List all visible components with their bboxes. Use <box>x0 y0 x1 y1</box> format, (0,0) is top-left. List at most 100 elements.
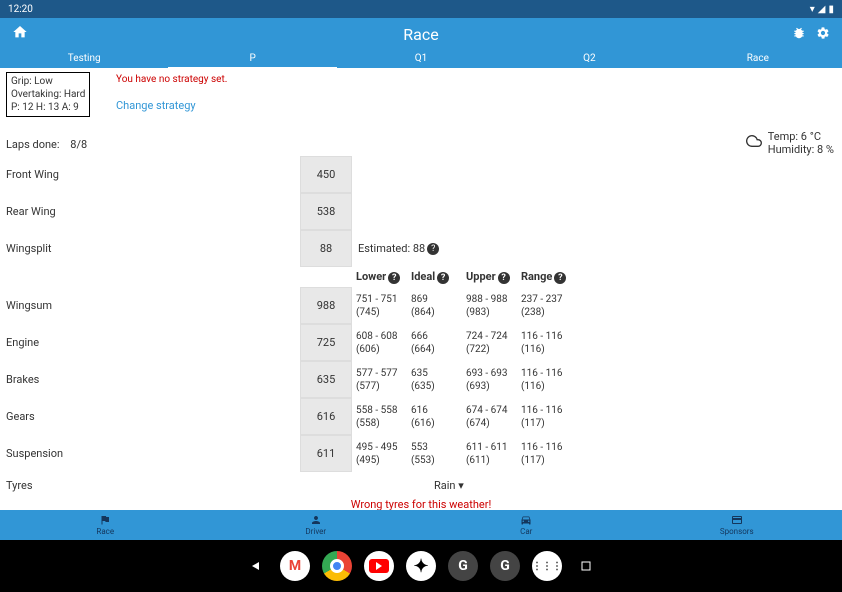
estimated-label: Estimated: 88 ? <box>358 242 439 255</box>
track-info-box: Grip: Low Overtaking: Hard P: 12 H: 13 A… <box>6 72 90 117</box>
nav-car[interactable]: Car <box>421 510 632 540</box>
range-col: 116 - 116(116) <box>517 330 582 356</box>
wingsplit-label: Wingsplit <box>6 242 300 255</box>
range-col: 116 - 116(116) <box>517 367 582 393</box>
laps-done: Laps done: 8/8 <box>6 138 87 151</box>
tab-testing[interactable]: Testing <box>0 50 168 68</box>
ideal-col: 666(664) <box>407 330 462 356</box>
app-icon-1[interactable]: G <box>448 551 478 581</box>
settings-icon[interactable] <box>816 25 830 44</box>
help-icon[interactable]: ? <box>437 272 449 284</box>
chevron-down-icon: ▾ <box>458 479 464 492</box>
overtaking-label: Overtaking: Hard <box>11 88 85 101</box>
help-icon[interactable]: ? <box>427 243 439 255</box>
grip-label: Grip: Low <box>11 75 85 88</box>
content-area: Grip: Low Overtaking: Hard P: 12 H: 13 A… <box>0 68 842 510</box>
front-wing-input[interactable]: 450 <box>300 156 352 193</box>
tab-q2[interactable]: Q2 <box>505 50 673 68</box>
pha-label: P: 12 H: 13 A: 9 <box>11 101 85 114</box>
page-title: Race <box>403 25 438 44</box>
tab-p[interactable]: P <box>168 50 336 68</box>
battery-icon: ▮ <box>828 4 834 15</box>
ideal-col: 616(616) <box>407 404 462 430</box>
status-bar: 12:20 ▾ ◢ ▮ <box>0 0 842 18</box>
row-suspension: Suspension 611 495 - 495(495) 553(553) 6… <box>6 435 836 472</box>
row-front-wing: Front Wing 450 <box>6 156 836 193</box>
laps-value: 8/8 <box>70 138 87 151</box>
wingsplit-input[interactable]: 88 <box>300 230 352 267</box>
setup-input[interactable]: 635 <box>300 361 352 398</box>
header-upper: Upper? <box>462 270 517 284</box>
range-col: 237 - 237(238) <box>517 293 582 319</box>
row-brakes: Brakes 635 577 - 577(577) 635(635) 693 -… <box>6 361 836 398</box>
recents-button[interactable] <box>580 560 592 572</box>
lower-col: 577 - 577(577) <box>352 367 407 393</box>
setup-input[interactable]: 616 <box>300 398 352 435</box>
range-col: 116 - 116(117) <box>517 441 582 467</box>
tyres-label: Tyres <box>6 479 300 492</box>
header-ideal: Ideal? <box>407 270 462 284</box>
photos-icon[interactable]: ✦ <box>406 551 436 581</box>
back-button[interactable] <box>250 560 262 572</box>
setup-input[interactable]: 988 <box>300 287 352 324</box>
humidity-label: Humidity: 8 % <box>768 143 834 156</box>
weather-info: Temp: 6 °C Humidity: 8 % <box>746 130 834 156</box>
setup-input[interactable]: 725 <box>300 324 352 361</box>
title-bar: Race <box>0 18 842 50</box>
setup-grid: Front Wing 450 Rear Wing 538 Wingsplit 8… <box>6 156 836 510</box>
tyres-select[interactable]: Rain ▾ <box>434 479 464 492</box>
row-wingsplit: Wingsplit 88 Estimated: 88 ? <box>6 230 836 267</box>
cloud-icon <box>746 133 762 153</box>
nav-race[interactable]: Race <box>0 510 211 540</box>
setup-label: Engine <box>6 336 300 349</box>
upper-col: 674 - 674(674) <box>462 404 517 430</box>
apps-drawer-icon[interactable]: ⋮⋮⋮ <box>532 551 562 581</box>
setup-label: Wingsum <box>6 299 300 312</box>
ideal-col: 635(635) <box>407 367 462 393</box>
app-icon-2[interactable]: G <box>490 551 520 581</box>
rear-wing-label: Rear Wing <box>6 205 300 218</box>
change-strategy-link[interactable]: Change strategy <box>116 99 227 112</box>
nav-sponsors[interactable]: Sponsors <box>632 510 842 540</box>
lower-col: 608 - 608(606) <box>352 330 407 356</box>
upper-col: 693 - 693(693) <box>462 367 517 393</box>
tab-q1[interactable]: Q1 <box>337 50 505 68</box>
setup-input[interactable]: 611 <box>300 435 352 472</box>
chrome-icon[interactable] <box>322 551 352 581</box>
ideal-col: 869(864) <box>407 293 462 319</box>
temp-label: Temp: 6 °C <box>768 130 834 143</box>
front-wing-label: Front Wing <box>6 168 300 181</box>
row-gears: Gears 616 558 - 558(558) 616(616) 674 - … <box>6 398 836 435</box>
help-icon[interactable]: ? <box>498 272 510 284</box>
home-icon[interactable] <box>12 24 28 44</box>
strategy-error: You have no strategy set. <box>116 74 227 85</box>
strategy-area: You have no strategy set. Change strateg… <box>116 74 227 112</box>
row-engine: Engine 725 608 - 608(606) 666(664) 724 -… <box>6 324 836 361</box>
system-nav: M ✦ G G ⋮⋮⋮ <box>0 540 842 592</box>
bottom-nav: Race Driver Car Sponsors <box>0 510 842 540</box>
gmail-icon[interactable]: M <box>280 551 310 581</box>
row-wingsum: Wingsum 988 751 - 751(745) 869(864) 988 … <box>6 287 836 324</box>
range-col: 116 - 116(117) <box>517 404 582 430</box>
status-icons: ▾ ◢ ▮ <box>810 4 834 15</box>
youtube-icon[interactable] <box>364 551 394 581</box>
nav-driver[interactable]: Driver <box>211 510 422 540</box>
setup-label: Brakes <box>6 373 300 386</box>
wifi-icon: ▾ <box>810 4 815 15</box>
upper-col: 611 - 611(611) <box>462 441 517 467</box>
row-rear-wing: Rear Wing 538 <box>6 193 836 230</box>
lower-col: 558 - 558(558) <box>352 404 407 430</box>
setup-label: Gears <box>6 410 300 423</box>
row-tyres: Tyres Rain ▾ <box>6 472 836 498</box>
bug-icon[interactable] <box>792 25 806 44</box>
tab-race[interactable]: Race <box>674 50 842 68</box>
header-range: Range? <box>517 270 582 284</box>
laps-label: Laps done: <box>6 138 60 151</box>
help-icon[interactable]: ? <box>388 272 400 284</box>
tyres-warning: Wrong tyres for this weather! <box>6 498 836 510</box>
setup-label: Suspension <box>6 447 300 460</box>
rear-wing-input[interactable]: 538 <box>300 193 352 230</box>
column-headers: Lower? Ideal? Upper? Range? <box>6 267 836 287</box>
signal-icon: ◢ <box>818 4 826 15</box>
help-icon[interactable]: ? <box>554 272 566 284</box>
